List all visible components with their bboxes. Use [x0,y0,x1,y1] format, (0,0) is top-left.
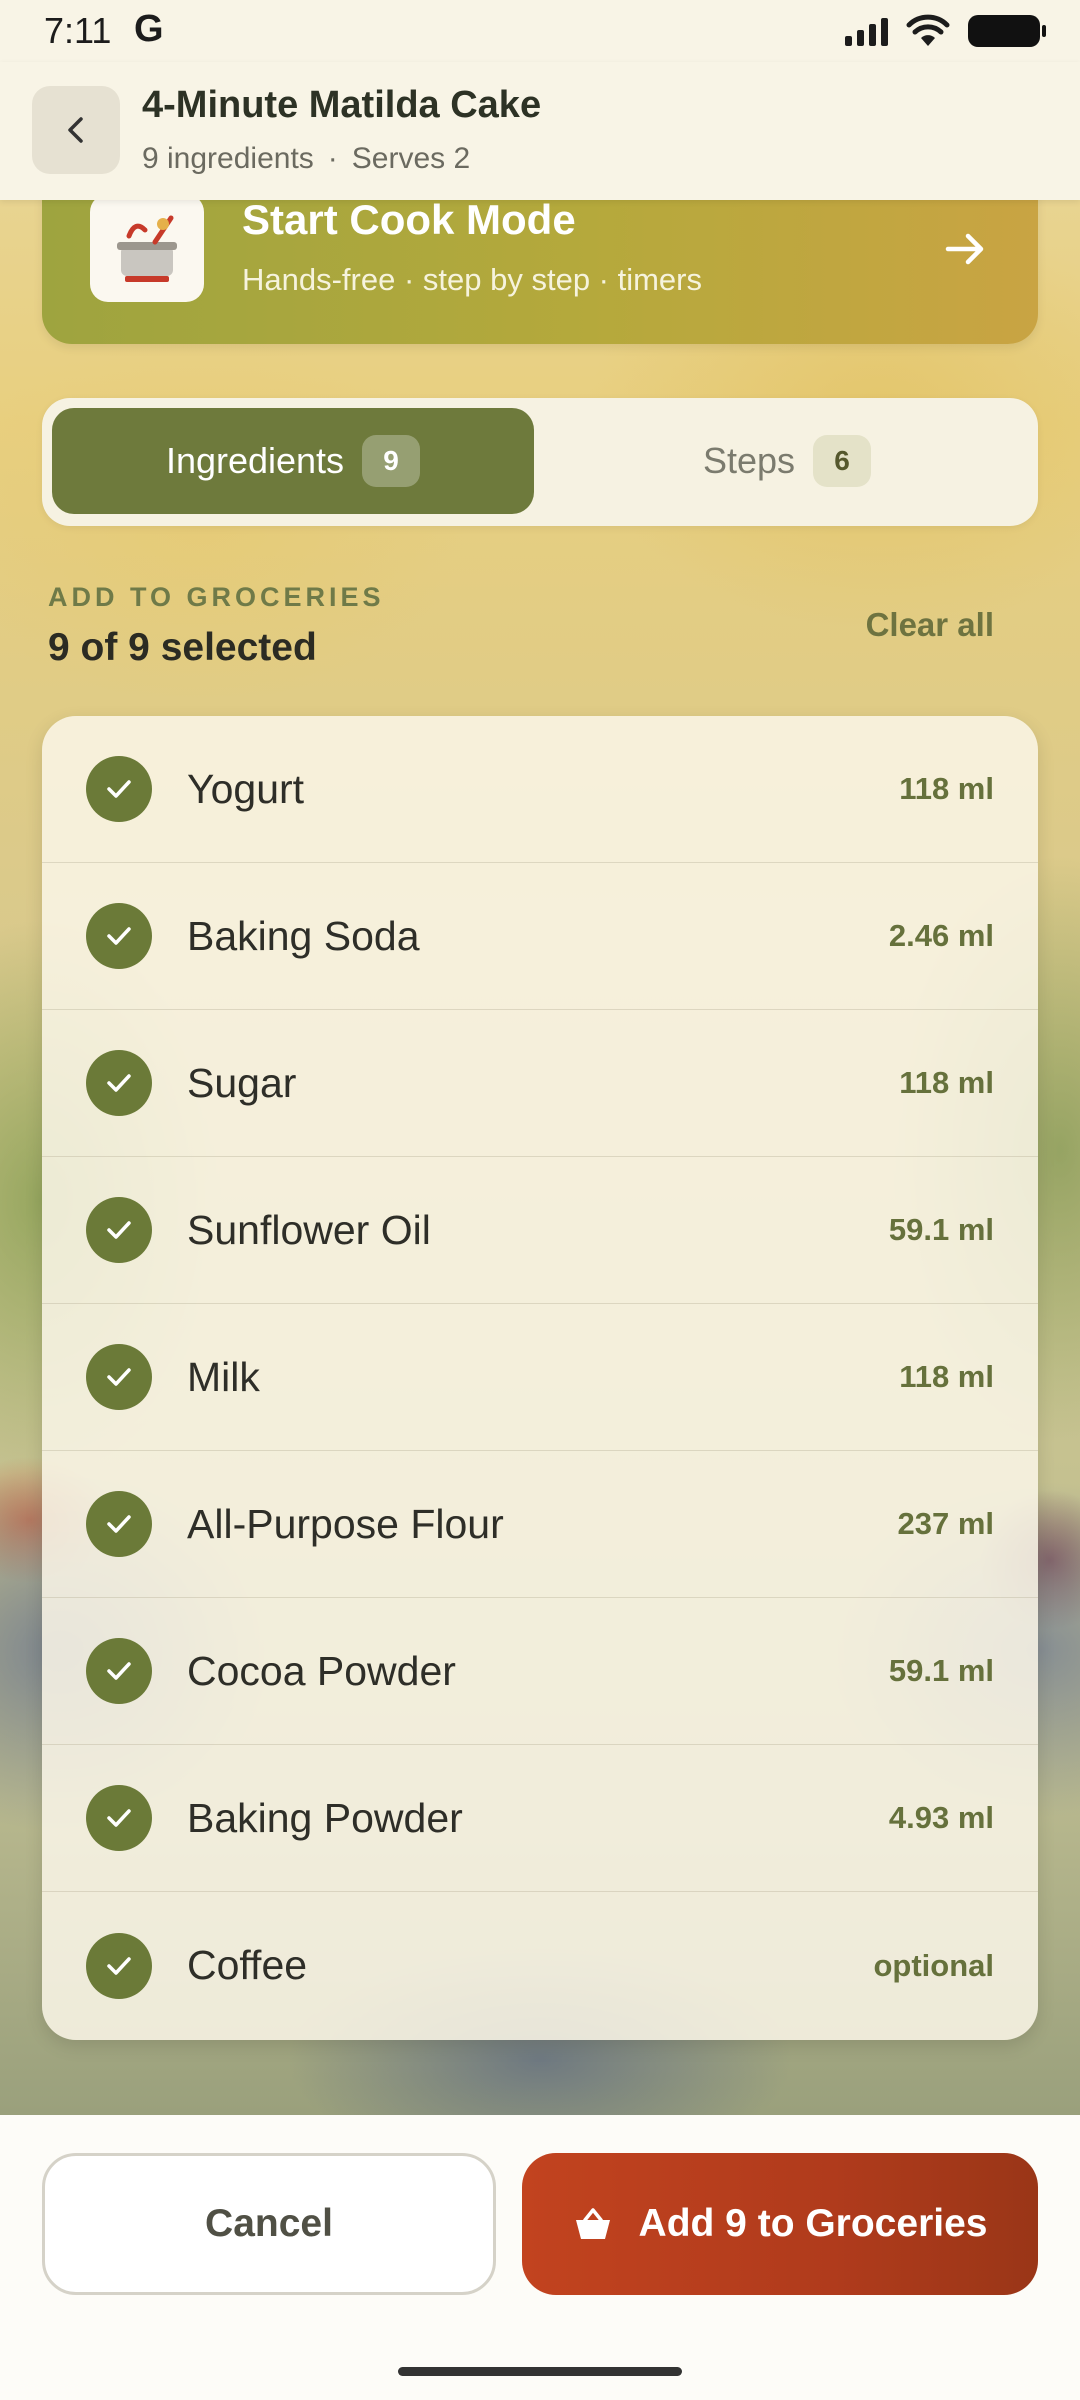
cancel-button[interactable]: Cancel [42,2153,496,2295]
ingredient-quantity: 59.1 ml [888,1653,994,1688]
signal-icon [845,16,888,46]
ingredient-row-coffee[interactable]: Coffee optional [42,1892,1038,2039]
ingredient-name: Milk [187,1353,260,1400]
arrow-right-icon [945,233,984,265]
ingredient-name: Yogurt [187,765,305,812]
checkbox-checked-icon[interactable] [86,1932,152,1999]
ingredient-row-milk[interactable]: Milk 118 ml [42,1304,1038,1451]
bottom-action-bar: Cancel Add 9 to Groceries [0,2115,1080,2400]
page-title: 4-Minute Matilda Cake [142,84,542,126]
checkbox-checked-icon[interactable] [86,1050,152,1116]
cook-mode-subtitle: Hands-free · step by step · timers [242,262,702,297]
cook-mode-title: Start Cook Mode [242,196,576,243]
ingredient-list: Yogurt 118 ml Baking Soda 2.46 ml Sugar … [42,716,1038,2040]
ingredient-quantity: 237 ml [897,1506,994,1541]
status-bar: 7:11 G [0,0,1080,62]
status-icons [845,14,1046,48]
ingredient-quantity: 59.1 ml [888,1212,994,1247]
tab-steps[interactable]: Steps 6 [546,408,1028,514]
ingredient-row-all-purpose-flour[interactable]: All-Purpose Flour 237 ml [42,1451,1038,1598]
recipe-meta: 9 ingredients · Serves 2 [142,142,470,176]
tab-ingredients-count: 9 [362,435,421,487]
back-button[interactable] [32,86,120,174]
add-to-groceries-button[interactable]: Add 9 to Groceries [522,2153,1038,2295]
checkbox-checked-icon[interactable] [86,1197,152,1263]
checkbox-checked-icon[interactable] [86,1344,152,1410]
checkbox-checked-icon[interactable] [86,1785,152,1851]
ingredient-quantity: 118 ml [899,1065,994,1100]
google-icon: G [134,8,164,50]
checkbox-checked-icon[interactable] [86,756,152,822]
ingredient-name: Baking Powder [187,1794,463,1841]
ingredient-row-baking-powder[interactable]: Baking Powder 4.93 ml [42,1745,1038,1892]
ingredient-row-sugar[interactable]: Sugar 118 ml [42,1010,1038,1157]
recipe-tabs: Ingredients 9 Steps 6 [42,398,1038,526]
ingredient-quantity: 2.46 ml [888,918,994,953]
checkbox-checked-icon[interactable] [86,1638,152,1704]
ingredient-row-sunflower-oil[interactable]: Sunflower Oil 59.1 ml [42,1157,1038,1304]
ingredients-count-text: 9 ingredients [142,142,314,175]
basket-icon [575,2208,610,2239]
ingredient-row-yogurt[interactable]: Yogurt 118 ml [42,716,1038,863]
battery-icon [968,15,1046,47]
tab-ingredients[interactable]: Ingredients 9 [52,408,534,514]
tab-steps-count: 6 [813,435,872,487]
ingredient-quantity: optional [873,1947,994,1983]
recipe-header: 4-Minute Matilda Cake 9 ingredients · Serv… [0,62,1080,200]
clear-all-button[interactable]: Clear all [866,606,994,644]
checkbox-checked-icon[interactable] [86,903,152,969]
status-time: 7:11 [44,10,112,51]
meta-separator: · [327,142,338,175]
add-to-groceries-label: ADD TO GROCERIES [48,582,385,612]
ingredient-name: Sunflower Oil [187,1206,431,1253]
serves-text: Serves 2 [351,142,471,175]
wifi-icon [906,14,950,46]
tab-ingredients-label: Ingredients [165,440,345,481]
ingredient-name: Baking Soda [187,912,420,959]
ingredient-quantity: 118 ml [899,1359,994,1394]
ingredient-name: Coffee [187,1942,308,1988]
ingredient-name: All-Purpose Flour [187,1500,504,1547]
home-indicator[interactable] [398,2367,682,2376]
ingredient-name: Cocoa Powder [187,1647,456,1694]
checkbox-checked-icon[interactable] [86,1491,152,1557]
add-to-groceries-label: Add 9 to Groceries [638,2202,988,2245]
selected-count: 9 of 9 selected [48,626,317,669]
tab-steps-label: Steps [702,440,796,481]
ingredient-row-baking-soda[interactable]: Baking Soda 2.46 ml [42,863,1038,1010]
ingredient-row-cocoa-powder[interactable]: Cocoa Powder 59.1 ml [42,1598,1038,1745]
cooking-pot-icon [90,194,204,302]
ingredient-quantity: 4.93 ml [888,1800,994,1835]
ingredient-quantity: 118 ml [899,771,994,806]
chevron-left-icon [68,117,83,143]
ingredient-name: Sugar [187,1059,297,1106]
